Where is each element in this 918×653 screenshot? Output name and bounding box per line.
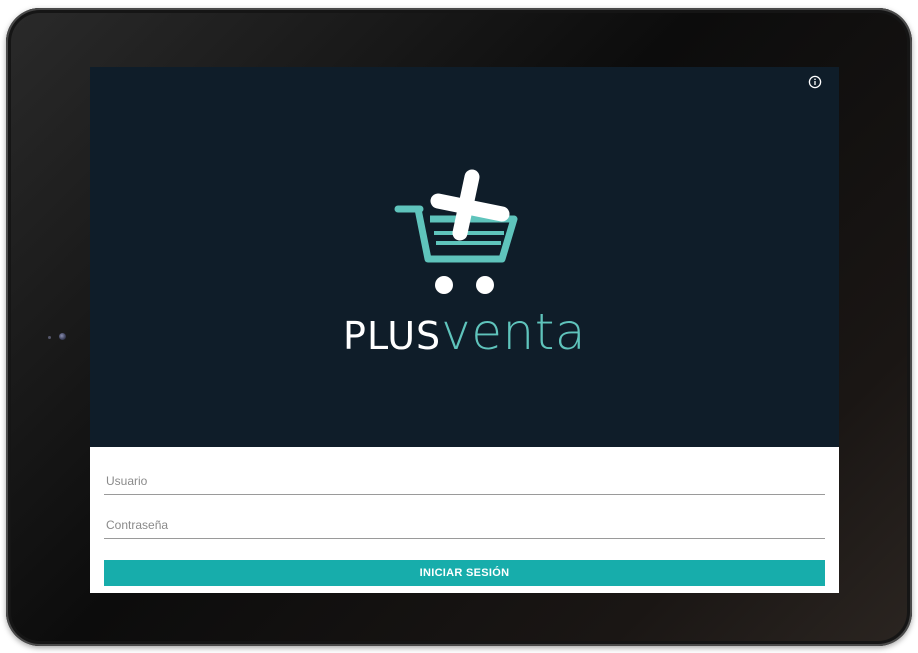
hero-panel: PLUSventa: [90, 67, 839, 447]
username-input[interactable]: [104, 467, 825, 495]
login-button[interactable]: INICIAR SESIÓN: [104, 560, 825, 586]
brand-suffix: venta: [441, 303, 586, 361]
brand-prefix: PLUS: [343, 314, 442, 358]
sensor-dot: [48, 336, 51, 339]
login-form: INICIAR SESIÓN: [90, 447, 839, 593]
camera-icon: [59, 333, 66, 340]
info-icon[interactable]: [808, 75, 822, 89]
brand-wordmark: PLUSventa: [90, 302, 839, 366]
cart-logo-icon: [390, 167, 530, 307]
app-screen: PLUSventa INICIAR SESIÓN: [90, 67, 839, 593]
password-input[interactable]: [104, 511, 825, 539]
